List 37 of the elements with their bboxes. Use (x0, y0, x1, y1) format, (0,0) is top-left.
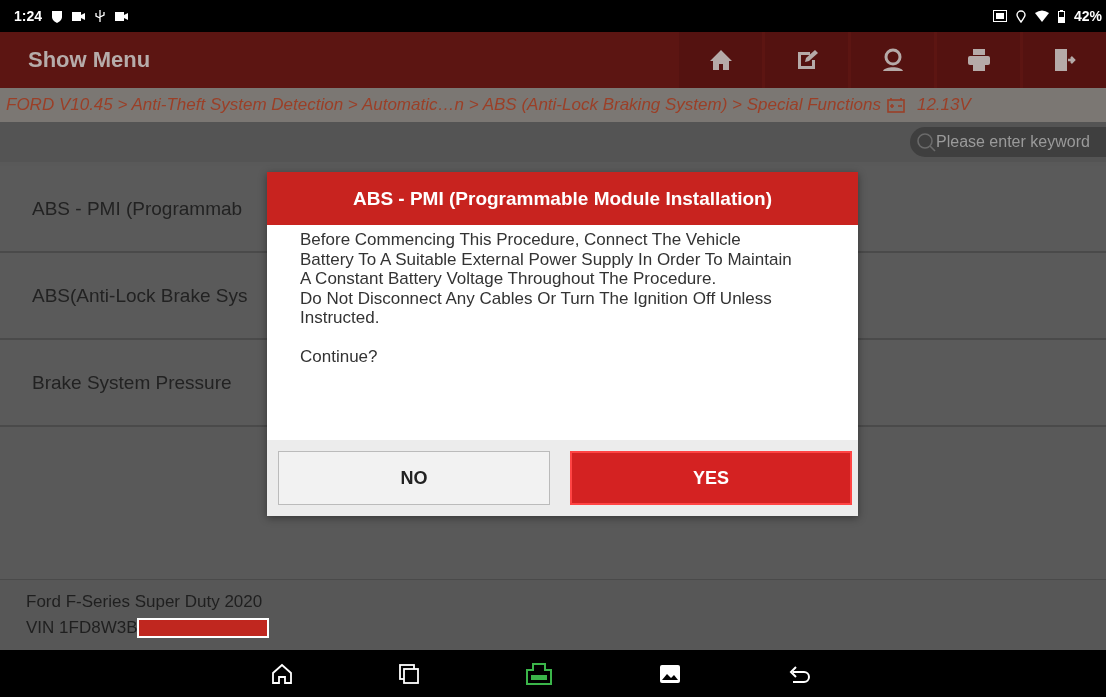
vci-icon[interactable] (525, 662, 553, 685)
video-icon (72, 11, 86, 21)
wifi-icon (1034, 10, 1049, 22)
recent-apps-icon[interactable] (399, 663, 419, 684)
location-icon (1015, 9, 1026, 23)
exit-button[interactable] (1023, 32, 1106, 88)
screen-title: Show Menu (27, 47, 152, 73)
battery-percent: 42% (1073, 8, 1102, 24)
back-icon[interactable] (787, 663, 811, 684)
search-icon (916, 132, 936, 152)
no-button[interactable]: NO (278, 451, 550, 505)
home-button[interactable] (679, 32, 762, 88)
support-button[interactable] (851, 32, 934, 88)
status-time: 1:24 (14, 8, 43, 24)
usb-icon (94, 10, 107, 22)
voltage-reading: 12.13V (916, 95, 971, 115)
vin-label: VIN 1FD8W3B (26, 618, 138, 638)
home-icon[interactable] (271, 662, 293, 685)
yes-button[interactable]: YES (570, 451, 852, 505)
battery-voltage-icon (886, 97, 905, 113)
search-field[interactable]: Please enter keyword (910, 127, 1106, 157)
print-button[interactable] (937, 32, 1020, 88)
dialog-prompt: Continue? (300, 347, 379, 367)
printer-icon (966, 48, 991, 72)
cast-icon (992, 10, 1007, 22)
edit-icon (795, 49, 818, 71)
video-icon (115, 11, 129, 21)
dialog-title: ABS - PMI (Programmable Module Installation) (267, 172, 858, 225)
dialog-message: Do Not Disconnect Any Cables Or Turn The Ignition Off Unless Instructed. (300, 288, 773, 328)
shield-icon (51, 9, 64, 23)
vehicle-name: Ford F-Series Super Duty 2020 (26, 592, 264, 612)
home-icon (708, 49, 733, 71)
battery-icon (1057, 9, 1065, 23)
exit-icon (1053, 48, 1076, 72)
breadcrumb-path: FORD V10.45 > Anti-Theft System Detection > Automatic…n > ABS (Anti-Lock Braking System) > Special Functions (6, 95, 881, 115)
edit-button[interactable] (765, 32, 848, 88)
gallery-icon[interactable] (659, 663, 681, 684)
